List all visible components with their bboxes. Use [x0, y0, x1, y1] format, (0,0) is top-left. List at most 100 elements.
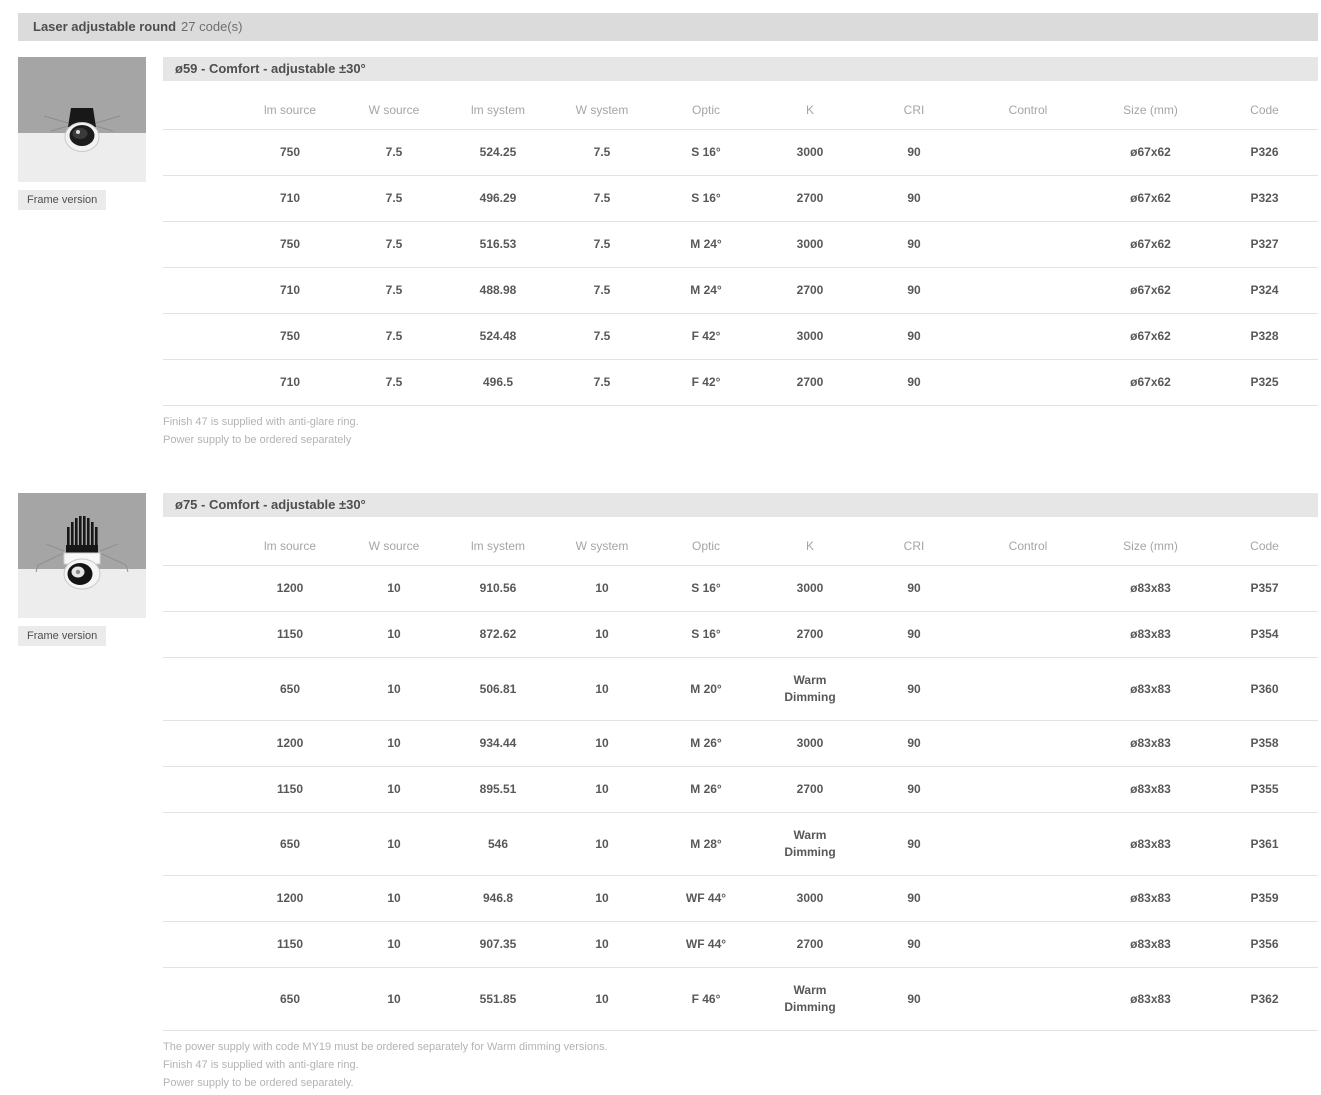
- cell-lm-source: 650: [238, 968, 342, 1031]
- column-header-w-source: W source: [342, 94, 446, 130]
- cell-w-source: 10: [342, 922, 446, 968]
- cell-lm-system: 488.98: [446, 268, 550, 314]
- cell-code: P328: [1211, 314, 1318, 360]
- cell-w-source: 10: [342, 968, 446, 1031]
- cell-cri: 90: [862, 268, 966, 314]
- cell-optic: M 26°: [654, 767, 758, 813]
- table-row: 7107.5488.987.5M 24°270090ø67x62P324: [163, 268, 1318, 314]
- cell-w-system: 7.5: [550, 268, 654, 314]
- cell-k: 2700: [758, 767, 862, 813]
- cell-w-source: 10: [342, 813, 446, 876]
- cell-control: [966, 130, 1090, 176]
- cell-lm-source: 750: [238, 222, 342, 268]
- cell-code: P362: [1211, 968, 1318, 1031]
- column-header-lm-system: lm system: [446, 94, 550, 130]
- spec-column: ø75 - Comfort - adjustable ±30° lm sourc…: [163, 493, 1318, 1095]
- cell-optic: F 42°: [654, 314, 758, 360]
- cell-code: P323: [1211, 176, 1318, 222]
- frame-version-text: Frame version: [27, 630, 97, 642]
- table-header-row: lm sourceW sourcelm systemW systemOpticK…: [163, 94, 1318, 130]
- cell-size-mm: ø67x62: [1090, 222, 1211, 268]
- spacer-cell: [163, 566, 238, 612]
- column-header-control: Control: [966, 94, 1090, 130]
- cell-cri: 90: [862, 130, 966, 176]
- cell-size-mm: ø83x83: [1090, 612, 1211, 658]
- table-row: 120010946.810WF 44°300090ø83x83P359: [163, 876, 1318, 922]
- table-row: 7107.5496.57.5F 42°270090ø67x62P325: [163, 360, 1318, 406]
- column-header-w-source: W source: [342, 530, 446, 566]
- cell-lm-system: 551.85: [446, 968, 550, 1031]
- cell-w-system: 10: [550, 922, 654, 968]
- column-header-k: K: [758, 530, 862, 566]
- cell-lm-system: 946.8: [446, 876, 550, 922]
- cell-control: [966, 314, 1090, 360]
- cell-k: Warm Dimming: [758, 968, 862, 1031]
- product-photo: [18, 493, 146, 618]
- cell-control: [966, 658, 1090, 721]
- cell-code: P358: [1211, 721, 1318, 767]
- category-header-bar: Laser adjustable round27 code(s): [18, 13, 1318, 41]
- cell-optic: S 16°: [654, 176, 758, 222]
- table-row: 7107.5496.297.5S 16°270090ø67x62P323: [163, 176, 1318, 222]
- spacer-cell: [163, 922, 238, 968]
- cell-w-system: 10: [550, 767, 654, 813]
- cell-w-system: 10: [550, 876, 654, 922]
- column-header-lm-source: lm source: [238, 530, 342, 566]
- column-header-lm-source: lm source: [238, 94, 342, 130]
- spacer-cell: [163, 767, 238, 813]
- downlight-illustration: [18, 493, 146, 618]
- footnote: The power supply with code MY19 must be …: [163, 1041, 1318, 1053]
- column-header-lm-system: lm system: [446, 530, 550, 566]
- cell-size-mm: ø83x83: [1090, 566, 1211, 612]
- column-header-w-system: W system: [550, 94, 654, 130]
- frame-version-label: Frame version: [18, 190, 106, 210]
- section-title: ø75 - Comfort - adjustable ±30°: [175, 497, 366, 512]
- cell-lm-system: 524.48: [446, 314, 550, 360]
- cell-size-mm: ø83x83: [1090, 922, 1211, 968]
- cell-w-system: 7.5: [550, 314, 654, 360]
- frame-version-label: Frame version: [18, 626, 106, 646]
- cell-control: [966, 176, 1090, 222]
- cell-lm-system: 524.25: [446, 130, 550, 176]
- table-row: 65010506.8110M 20°Warm Dimming90ø83x83P3…: [163, 658, 1318, 721]
- cell-w-system: 7.5: [550, 222, 654, 268]
- column-header-size-mm: Size (mm): [1090, 94, 1211, 130]
- cell-control: [966, 813, 1090, 876]
- cell-k: 3000: [758, 721, 862, 767]
- spacer-cell: [163, 658, 238, 721]
- column-header-control: Control: [966, 530, 1090, 566]
- cell-cri: 90: [862, 360, 966, 406]
- cell-k: Warm Dimming: [758, 658, 862, 721]
- cell-size-mm: ø67x62: [1090, 314, 1211, 360]
- cell-w-source: 7.5: [342, 222, 446, 268]
- footnote: Finish 47 is supplied with anti-glare ri…: [163, 1059, 1318, 1071]
- cell-optic: F 46°: [654, 968, 758, 1031]
- cell-cri: 90: [862, 922, 966, 968]
- product-image-column: Frame version: [18, 493, 146, 646]
- cell-lm-source: 1150: [238, 767, 342, 813]
- cell-optic: M 24°: [654, 222, 758, 268]
- spacer-column: [163, 94, 238, 130]
- table-row: 7507.5516.537.5M 24°300090ø67x62P327: [163, 222, 1318, 268]
- cell-w-source: 10: [342, 767, 446, 813]
- cell-optic: M 26°: [654, 721, 758, 767]
- cell-lm-source: 650: [238, 813, 342, 876]
- cell-control: [966, 566, 1090, 612]
- cell-cri: 90: [862, 721, 966, 767]
- cell-w-source: 10: [342, 566, 446, 612]
- cell-k: 3000: [758, 130, 862, 176]
- table-row: 65010551.8510F 46°Warm Dimming90ø83x83P3…: [163, 968, 1318, 1031]
- spacer-cell: [163, 721, 238, 767]
- cell-lm-source: 1200: [238, 876, 342, 922]
- cell-k: 3000: [758, 222, 862, 268]
- cell-optic: S 16°: [654, 130, 758, 176]
- cell-size-mm: ø83x83: [1090, 767, 1211, 813]
- category-title: Laser adjustable round: [33, 19, 176, 34]
- cell-w-system: 10: [550, 658, 654, 721]
- cell-k: 2700: [758, 922, 862, 968]
- cell-size-mm: ø83x83: [1090, 813, 1211, 876]
- cell-code: P324: [1211, 268, 1318, 314]
- cell-w-system: 7.5: [550, 130, 654, 176]
- cell-control: [966, 767, 1090, 813]
- cell-w-source: 7.5: [342, 360, 446, 406]
